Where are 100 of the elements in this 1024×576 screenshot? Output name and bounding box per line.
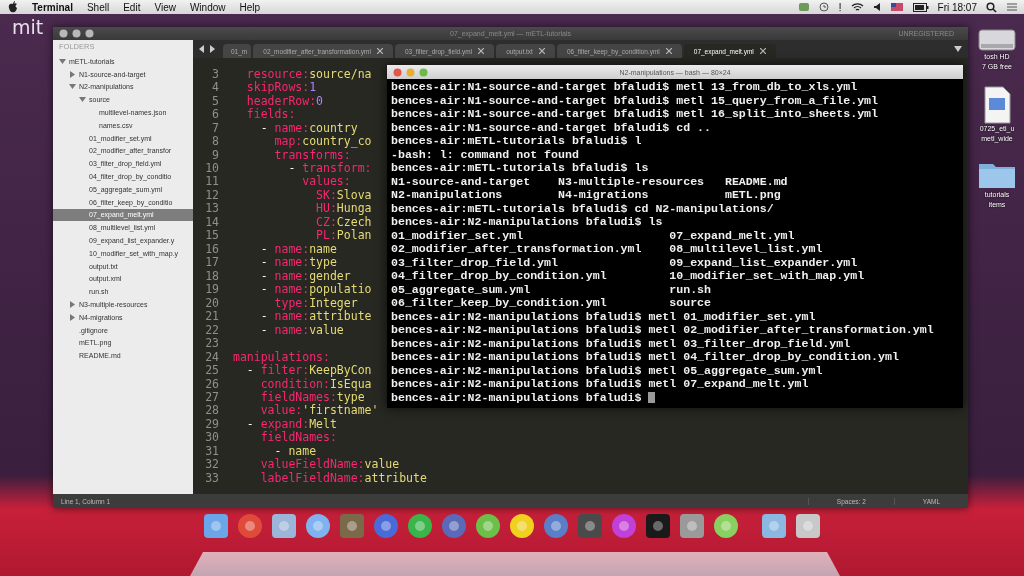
menu-item[interactable]: Help <box>239 1 261 13</box>
terminal-line: bences-air:mETL-tutorials bfaludi$ cd N2-manipulations/ <box>391 201 774 215</box>
code-line: - name:gender <box>259 268 351 283</box>
line-number: 27 <box>204 390 219 404</box>
clock-icon[interactable] <box>818 2 829 12</box>
close-icon[interactable] <box>759 48 766 54</box>
menu-item[interactable]: Shell <box>86 1 110 13</box>
close-icon[interactable] <box>538 48 545 54</box>
line-number: 18 <box>204 268 219 283</box>
line-number: 10 <box>204 161 219 175</box>
app-menu[interactable]: Terminal <box>32 1 73 13</box>
alert-icon[interactable] <box>837 2 842 12</box>
close-icon[interactable] <box>478 48 485 54</box>
file-name: 07_expand_melt.yml <box>669 228 795 242</box>
desktop-logo: mit <box>12 16 44 38</box>
line-number: 20 <box>204 295 219 310</box>
code-line: resource:source/na <box>245 66 372 81</box>
code-line: - name:populatio <box>259 282 372 297</box>
line-number: 26 <box>204 376 219 391</box>
file-name: 04_filter_drop_by_condition.yml <box>391 269 607 283</box>
code-line: manipulations: <box>233 349 330 364</box>
menu-clock[interactable]: Fri 18:07 <box>937 1 977 13</box>
code-line: - filter:KeepByCon <box>246 363 372 378</box>
terminal-line: bences-air:N1-source-and-target bfaludi$ cd .. <box>391 120 712 134</box>
dropdown-icon[interactable] <box>954 46 962 52</box>
code-line: type:Integer <box>273 295 358 310</box>
code-line: PL:Polan <box>315 228 372 243</box>
file-name: 05_aggregate_sum.yml <box>391 282 531 296</box>
line-number: 7 <box>211 120 219 135</box>
terminal-line: bences-air:N1-source-and-target bfaludi$ metl 16_split_into_sheets.yml <box>391 107 879 121</box>
volume-icon[interactable] <box>872 2 881 12</box>
line-number: 17 <box>204 255 219 270</box>
line-number: 3 <box>211 66 219 81</box>
terminal-line: bences-air:N1-source-and-target bfaludi$ metl 15_query_from_a_file.yml <box>391 93 879 107</box>
file-name: N4-migrations <box>557 188 649 202</box>
code-line: - name:attribute <box>259 309 372 324</box>
close-icon[interactable] <box>376 48 383 54</box>
line-number: 32 <box>204 457 219 472</box>
file-name: README.md <box>724 174 788 188</box>
terminal-line: bences-air:N2-manipulations bfaludi$ metl 05_aggregate_sum.yml <box>391 363 823 377</box>
line-number: 9 <box>211 147 219 162</box>
line-number: 14 <box>204 214 219 229</box>
line-number: 25 <box>204 363 219 378</box>
code-line: valueFieldName:value <box>259 457 400 472</box>
terminal-line: bences-air:N2-manipulations bfaludi$ metl 07_expand_melt.yml <box>391 377 809 391</box>
file-name: N2-manipulations <box>391 188 503 202</box>
tab-arrows-icon[interactable] <box>199 45 215 53</box>
file-name: run.sh <box>669 282 712 296</box>
code-line: headerRow:0 <box>245 93 324 108</box>
file-name: 03_filter_drop_field.yml <box>391 255 558 269</box>
terminal-line: bences-air:N2-manipulations bfaludi$ metl 03_filter_drop_field.yml <box>391 336 851 350</box>
document-icon[interactable] <box>982 86 1012 124</box>
file-name: N3-multiple-resources <box>557 174 705 188</box>
terminal-line: bences-air:N2-manipulations bfaludi$ <box>391 390 642 404</box>
code-line: fields: <box>245 107 296 122</box>
file-name: 09_expand_list_expander.yml <box>669 255 858 269</box>
line-number: 15 <box>204 228 219 243</box>
terminal-line: bences-air:N2-manipulations bfaludi$ metl 02_modifier_after_transformation.yml <box>391 323 934 337</box>
code-line: transforms: <box>273 147 351 162</box>
menu-item[interactable]: Edit <box>123 1 141 13</box>
line-number: 19 <box>204 282 219 297</box>
line-number: 16 <box>204 241 219 256</box>
code-line: labelFieldName:attribute <box>259 470 427 485</box>
terminal-line: bences-air:mETL-tutorials bfaludi$ l <box>391 134 642 148</box>
flag-icon[interactable] <box>889 2 904 12</box>
terminal-line: -bash: l: command not found <box>391 147 579 161</box>
hard-drive-icon[interactable] <box>977 26 1017 52</box>
file-name: 08_multilevel_list.yml <box>669 242 823 256</box>
line-number: 6 <box>211 107 219 122</box>
terminal-line: bences-air:N2-manipulations bfaludi$ metl 04_filter_drop_by_condition.yml <box>391 350 899 364</box>
code-line: fieldNames: <box>259 430 337 445</box>
search-icon[interactable] <box>986 1 997 13</box>
line-number: 4 <box>211 80 219 95</box>
line-number: 8 <box>211 134 219 149</box>
file-name: 06_filter_keep_by_condition.yml <box>391 296 607 310</box>
code-line: values: <box>301 174 351 189</box>
code-line: - name:country <box>259 120 358 135</box>
file-name: 01_modifier_set.yml <box>391 228 524 242</box>
line-number: 22 <box>204 322 219 337</box>
close-icon[interactable] <box>665 48 672 54</box>
terminal-line: bences-air:N1-source-and-target bfaludi$ metl 13_from_db_to_xls.yml <box>391 80 858 94</box>
line-number: 31 <box>204 443 219 458</box>
line-number: 23 <box>204 336 219 351</box>
code-line: - name:value <box>259 322 344 337</box>
code-line: value:'firstname' <box>259 403 379 418</box>
battery-icon[interactable] <box>912 2 929 12</box>
code-line: CZ:Czech <box>315 214 372 229</box>
code-line: condition:IsEqua <box>259 376 372 391</box>
list-icon[interactable] <box>1006 2 1018 12</box>
code-line: - name:name <box>259 241 337 256</box>
file-name: mETL.png <box>724 188 781 202</box>
menu-item[interactable]: Window <box>189 1 226 13</box>
line-number: 24 <box>204 349 219 364</box>
menu-item[interactable]: View <box>154 1 176 13</box>
terminal-line: bences-air:N2-manipulations bfaludi$ ls <box>391 215 663 229</box>
line-number: 5 <box>211 93 219 108</box>
wifi-icon[interactable] <box>850 2 864 12</box>
line-number: 33 <box>204 470 219 485</box>
apple-icon[interactable] <box>8 1 18 13</box>
line-number: 29 <box>204 416 219 431</box>
